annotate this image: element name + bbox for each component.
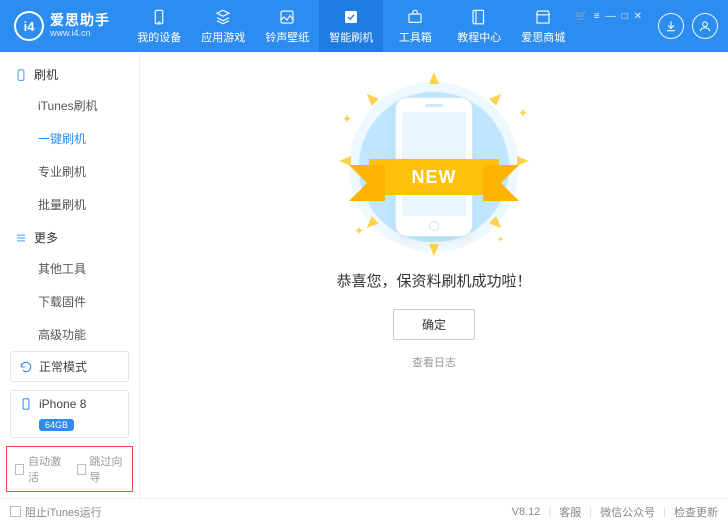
device-capacity: 64GB xyxy=(39,419,74,431)
phone-icon xyxy=(19,397,33,411)
checkbox-auto-activate[interactable]: 自动激活 xyxy=(15,453,63,485)
checkbox-box-icon xyxy=(15,464,24,475)
top-nav: 我的设备 应用游戏 铃声壁纸 智能刷机 工具箱 教程中心 xyxy=(127,0,575,52)
minimize-icon[interactable]: — xyxy=(606,11,616,22)
footer-link-update[interactable]: 检查更新 xyxy=(674,504,718,520)
status-bar: 阻止iTunes运行 V8.12 | 客服 | 微信公众号 | 检查更新 xyxy=(0,498,728,524)
book-icon xyxy=(470,8,488,26)
window-controls: 🛒 ≡ — □ ✕ xyxy=(575,11,642,22)
sidebar-item-pro-flash[interactable]: 专业刷机 xyxy=(0,155,139,188)
device-indicator[interactable]: iPhone 8 64GB xyxy=(10,390,129,438)
wallpaper-icon xyxy=(278,8,296,26)
main-content: NEW ✦ ✦ ✦ ✦ 恭喜您，保资料刷机成功啦！ 确定 查看日志 xyxy=(140,52,728,498)
maximize-icon[interactable]: □ xyxy=(622,11,628,22)
footer-link-wechat[interactable]: 微信公众号 xyxy=(600,504,655,520)
menu-icon xyxy=(14,231,28,245)
nav-label: 爱思商城 xyxy=(521,29,565,45)
flash-icon xyxy=(342,8,360,26)
brand-url: www.i4.cn xyxy=(50,29,110,39)
nav-label: 教程中心 xyxy=(457,29,501,45)
nav-my-device[interactable]: 我的设备 xyxy=(127,0,191,52)
sidebar-group-label: 更多 xyxy=(34,229,58,246)
device-icon xyxy=(14,68,28,82)
version-label: V8.12 xyxy=(512,506,541,518)
sidebar-item-itunes-flash[interactable]: iTunes刷机 xyxy=(0,89,139,122)
nav-tutorials[interactable]: 教程中心 xyxy=(447,0,511,52)
nav-flash[interactable]: 智能刷机 xyxy=(319,0,383,52)
sidebar-item-other-tools[interactable]: 其他工具 xyxy=(0,252,139,285)
logo-icon: i4 xyxy=(14,11,44,41)
view-log-link[interactable]: 查看日志 xyxy=(412,354,456,370)
sidebar: 刷机 iTunes刷机 一键刷机 专业刷机 批量刷机 更多 其他工具 下载固件 … xyxy=(0,52,140,498)
logo-area: i4 爱思助手 www.i4.cn xyxy=(0,11,127,41)
checkbox-label: 自动激活 xyxy=(28,453,62,485)
checkbox-label: 阻止iTunes运行 xyxy=(25,504,102,520)
checkbox-block-itunes[interactable]: 阻止iTunes运行 xyxy=(10,504,102,520)
store-icon xyxy=(534,8,552,26)
download-button[interactable] xyxy=(658,13,684,39)
footer-link-support[interactable]: 客服 xyxy=(559,504,581,520)
toolbox-icon xyxy=(406,8,424,26)
ribbon-text: NEW xyxy=(369,159,499,195)
nav-label: 工具箱 xyxy=(399,29,432,45)
brand-name: 爱思助手 xyxy=(50,13,110,28)
nav-label: 我的设备 xyxy=(137,29,181,45)
checkbox-skip-guide[interactable]: 跳过向导 xyxy=(77,453,125,485)
nav-apps[interactable]: 应用游戏 xyxy=(191,0,255,52)
phone-icon xyxy=(150,8,168,26)
nav-label: 应用游戏 xyxy=(201,29,245,45)
device-name: iPhone 8 xyxy=(39,397,86,411)
success-message: 恭喜您，保资料刷机成功啦！ xyxy=(336,270,531,291)
nav-ringtones[interactable]: 铃声壁纸 xyxy=(255,0,319,52)
sidebar-item-download-firmware[interactable]: 下载固件 xyxy=(0,285,139,318)
confirm-button[interactable]: 确定 xyxy=(393,309,475,340)
mode-label: 正常模式 xyxy=(39,358,87,375)
tray-cart-icon[interactable]: 🛒 xyxy=(575,11,587,22)
app-header: i4 爱思助手 www.i4.cn 我的设备 应用游戏 铃声壁纸 智能刷机 xyxy=(0,0,728,52)
nav-store[interactable]: 爱思商城 xyxy=(511,0,575,52)
tray-menu-icon[interactable]: ≡ xyxy=(594,11,600,22)
mode-indicator[interactable]: 正常模式 xyxy=(10,351,129,382)
checkbox-box-icon xyxy=(10,506,21,517)
apps-icon xyxy=(214,8,232,26)
user-button[interactable] xyxy=(692,13,718,39)
nav-label: 铃声壁纸 xyxy=(265,29,309,45)
options-row: 自动激活 跳过向导 xyxy=(6,446,133,492)
nav-label: 智能刷机 xyxy=(329,29,373,45)
checkbox-box-icon xyxy=(77,464,86,475)
sidebar-item-advanced[interactable]: 高级功能 xyxy=(0,318,139,351)
refresh-icon xyxy=(19,360,33,374)
nav-toolbox[interactable]: 工具箱 xyxy=(383,0,447,52)
checkbox-label: 跳过向导 xyxy=(90,453,124,485)
sidebar-item-oneclick-flash[interactable]: 一键刷机 xyxy=(0,122,139,155)
sidebar-item-batch-flash[interactable]: 批量刷机 xyxy=(0,188,139,221)
sidebar-group-flash: 刷机 xyxy=(0,58,139,89)
close-icon[interactable]: ✕ xyxy=(634,11,642,22)
sidebar-group-label: 刷机 xyxy=(34,66,58,83)
sidebar-group-more: 更多 xyxy=(0,221,139,252)
header-controls: 🛒 ≡ — □ ✕ xyxy=(575,13,728,39)
success-illustration: NEW ✦ ✦ ✦ ✦ xyxy=(334,82,534,252)
